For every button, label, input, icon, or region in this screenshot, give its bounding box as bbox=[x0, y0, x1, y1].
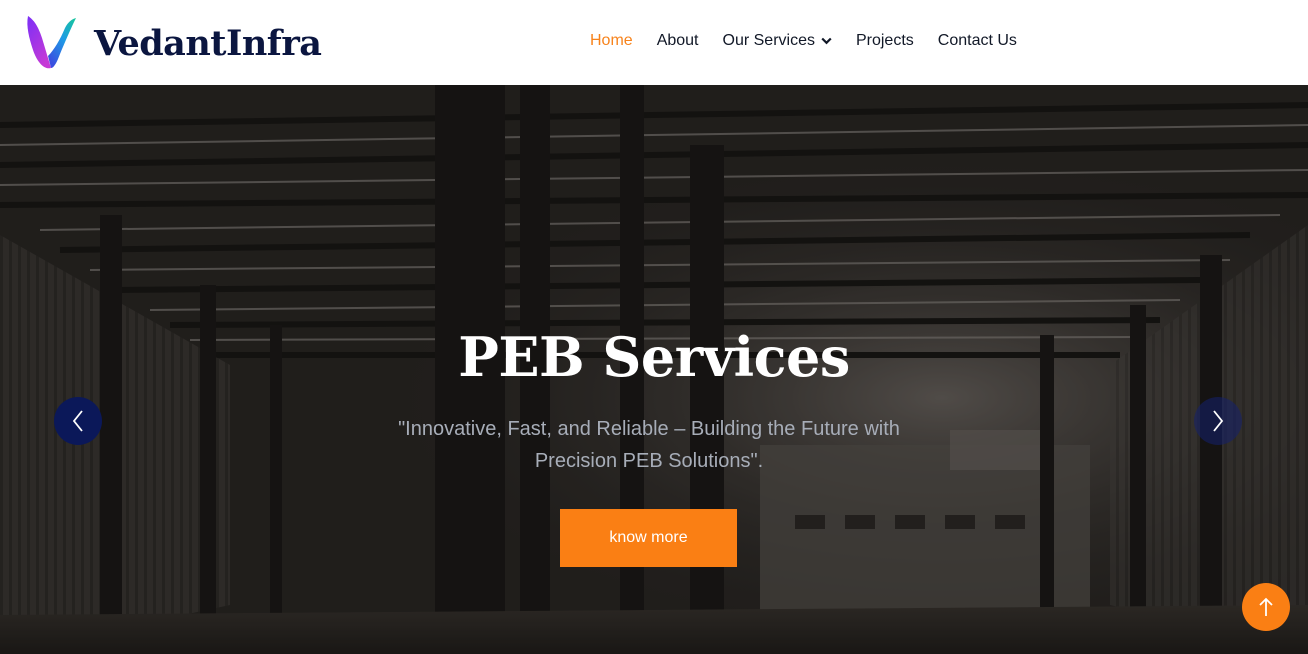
brand-name: VedantInfra bbox=[94, 22, 322, 64]
scroll-to-top-button[interactable] bbox=[1242, 583, 1290, 631]
hero-subtitle: "Innovative, Fast, and Reliable – Buildi… bbox=[398, 418, 900, 472]
nav-item-services: Our Services bbox=[711, 30, 844, 52]
hero-slider: PEB Services "Innovative, Fast, and Reli… bbox=[0, 85, 1308, 654]
nav-item-home: Home bbox=[578, 30, 645, 52]
nav-link-home[interactable]: Home bbox=[590, 30, 633, 52]
know-more-button[interactable]: know more bbox=[560, 509, 737, 567]
chevron-right-icon bbox=[1213, 410, 1224, 432]
chevron-left-icon bbox=[72, 410, 83, 432]
slider-next-button[interactable] bbox=[1194, 397, 1242, 445]
nav-item-contact: Contact Us bbox=[926, 30, 1029, 52]
nav-item-projects: Projects bbox=[844, 30, 926, 52]
slider-prev-button[interactable] bbox=[54, 397, 102, 445]
nav-item-about: About bbox=[645, 30, 711, 52]
site-header: VedantInfra Home About Our Services Proj… bbox=[0, 0, 1308, 85]
chevron-down-icon bbox=[821, 37, 832, 45]
nav-link-about[interactable]: About bbox=[657, 30, 699, 52]
brand-home-link[interactable]: VedantInfra bbox=[24, 12, 322, 74]
hero-title: PEB Services bbox=[458, 325, 850, 389]
arrow-up-icon bbox=[1259, 597, 1273, 616]
nav-services-label: Our Services bbox=[722, 32, 815, 49]
nav-link-contact-us[interactable]: Contact Us bbox=[938, 30, 1017, 52]
v-logo-icon bbox=[27, 16, 76, 69]
nav-link-projects[interactable]: Projects bbox=[856, 30, 914, 52]
main-nav: Home About Our Services Projects Contact… bbox=[578, 30, 1029, 52]
nav-link-our-services[interactable]: Our Services bbox=[723, 30, 832, 52]
